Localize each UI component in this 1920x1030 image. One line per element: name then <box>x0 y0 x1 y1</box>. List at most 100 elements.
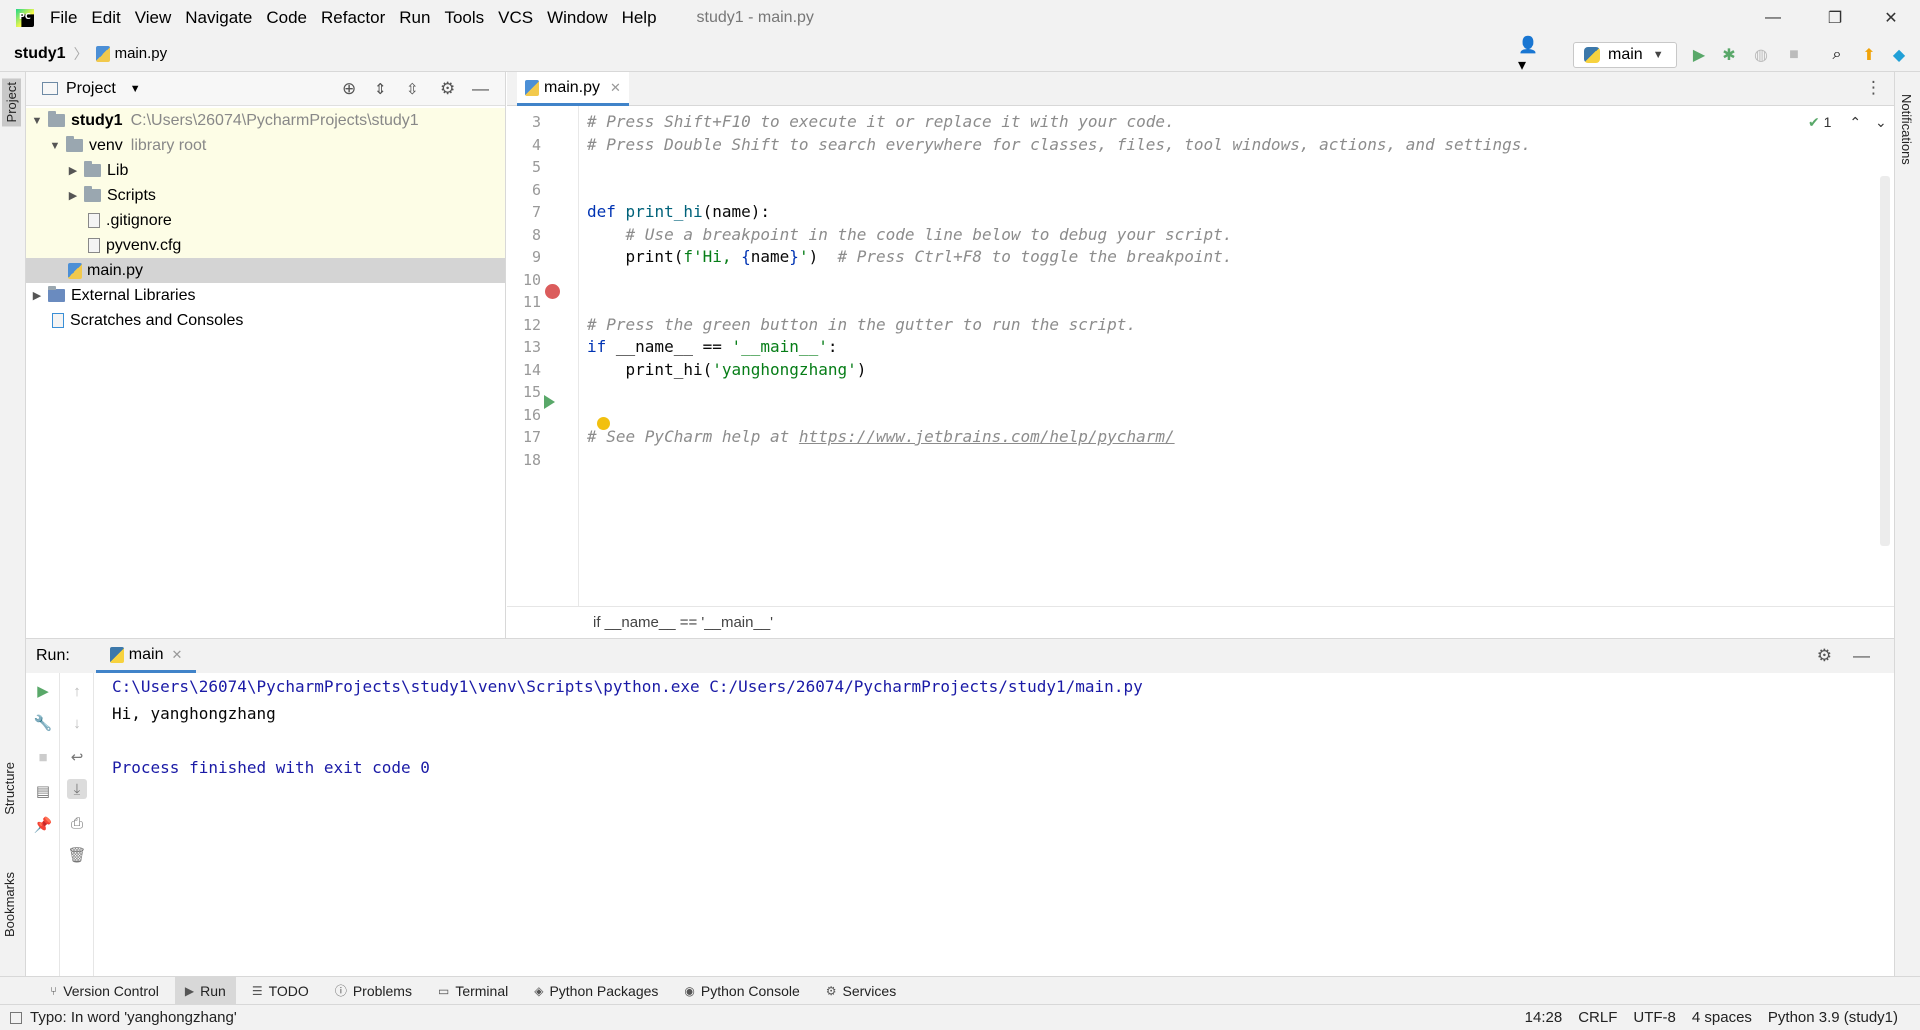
run-tab-main[interactable]: main ✕ <box>95 639 197 673</box>
coverage-icon[interactable]: ◍ <box>1750 44 1772 66</box>
chevron-down-icon[interactable]: ▼ <box>130 83 141 95</box>
close-icon[interactable]: ✕ <box>1868 0 1914 36</box>
code-line[interactable]: # See PyCharm help at https://www.jetbra… <box>587 427 1175 446</box>
tree-item[interactable]: main.py <box>26 258 505 283</box>
code-line[interactable]: def print_hi(name): <box>587 202 770 221</box>
run-console-output[interactable]: C:\Users\26074\PycharmProjects\study1\ve… <box>112 677 1143 785</box>
bottom-tab-todo[interactable]: ☰ TODO <box>242 977 319 1005</box>
scroll-to-end-icon[interactable]: ⤓ <box>67 779 87 799</box>
layout-icon[interactable]: ▤ <box>33 781 53 801</box>
more-options-icon[interactable]: ⋮ <box>1865 78 1882 98</box>
arrow-up-icon[interactable]: ↑ <box>67 681 87 701</box>
pin-icon[interactable]: 📌 <box>33 815 53 835</box>
run-icon[interactable]: ▶ <box>1688 44 1710 66</box>
menu-window[interactable]: Window <box>547 8 607 28</box>
notifications-tool-tab[interactable]: Notifications <box>1899 94 1914 165</box>
chevron-right-icon[interactable]: ▶ <box>30 289 44 302</box>
chevron-right-icon[interactable]: ▶ <box>66 189 80 202</box>
update-icon[interactable]: ⬆ <box>1858 44 1880 66</box>
hide-panel-icon[interactable]: — <box>472 79 489 99</box>
python-interpreter[interactable]: Python 3.9 (study1) <box>1768 1009 1898 1026</box>
editor-scrollbar[interactable] <box>1880 176 1890 546</box>
minimize-icon[interactable]: — <box>1750 0 1796 36</box>
file-encoding[interactable]: UTF-8 <box>1633 1009 1676 1026</box>
run-configuration-select[interactable]: main ▼ <box>1573 42 1677 68</box>
run-gutter-icon[interactable] <box>544 395 555 409</box>
menu-tools[interactable]: Tools <box>444 8 484 28</box>
code-line[interactable]: # Use a breakpoint in the code line belo… <box>587 225 1233 244</box>
breadcrumb-file[interactable]: main.py <box>115 45 168 62</box>
tree-item[interactable]: ▼ venv library root <box>26 133 505 158</box>
gear-icon[interactable]: ⚙ <box>440 79 455 99</box>
search-icon[interactable]: ⌕ <box>1826 44 1848 66</box>
bottom-tab-problems[interactable]: ⓘ Problems <box>325 977 422 1005</box>
previous-highlight-icon[interactable]: ⌃ <box>1849 114 1861 130</box>
code-editor[interactable]: # Press Shift+F10 to execute it or repla… <box>579 106 1894 606</box>
tree-item[interactable]: ▶ Scripts <box>26 183 505 208</box>
bottom-tab-terminal[interactable]: ▭ Terminal <box>428 977 518 1005</box>
bottom-tab-version-control[interactable]: ⑂ Version Control <box>40 977 169 1005</box>
close-tab-icon[interactable]: ✕ <box>610 80 621 96</box>
collapse-all-icon[interactable]: ⇳ <box>406 80 419 98</box>
code-line[interactable]: if __name__ == '__main__': <box>587 337 837 356</box>
tree-item[interactable]: pyvenv.cfg <box>26 233 505 258</box>
stop-icon[interactable]: ■ <box>33 747 53 767</box>
project-tool-tab[interactable]: Project <box>2 78 21 127</box>
stop-icon[interactable]: ■ <box>1783 44 1805 66</box>
chevron-down-icon[interactable]: ▼ <box>48 140 62 152</box>
locate-file-icon[interactable]: ⊕ <box>342 79 356 99</box>
status-toggle-icon[interactable] <box>10 1011 22 1024</box>
hide-panel-icon[interactable]: — <box>1853 646 1870 666</box>
rerun-icon[interactable]: ▶ <box>33 681 53 701</box>
wrench-icon[interactable]: 🔧 <box>33 713 53 733</box>
close-tab-icon[interactable]: ✕ <box>171 647 182 663</box>
menu-vcs[interactable]: VCS <box>498 8 533 28</box>
status-message[interactable]: Typo: In word 'yanghongzhang' <box>30 1009 237 1026</box>
arrow-down-icon[interactable]: ↓ <box>67 713 87 733</box>
line-separator[interactable]: CRLF <box>1578 1009 1617 1026</box>
expand-all-icon[interactable]: ⇕ <box>374 80 387 98</box>
tree-item[interactable]: Scratches and Consoles <box>26 308 505 333</box>
editor-gutter[interactable]: 3 4 5 6 7 8 9 10 11 12 13 14 15 16 17 18 <box>507 106 579 606</box>
breadcrumb-project[interactable]: study1 <box>14 45 66 63</box>
bottom-tab-run[interactable]: ▶ Run <box>174 976 236 1005</box>
tab-main-py[interactable]: main.py ✕ <box>517 72 629 106</box>
soft-wrap-icon[interactable]: ↩ <box>67 747 87 767</box>
print-icon[interactable]: ⎙ <box>67 813 87 833</box>
user-account-icon[interactable]: 👤▾ <box>1518 37 1540 74</box>
tree-item[interactable]: ▶ External Libraries <box>26 283 505 308</box>
bookmarks-tool-tab[interactable]: Bookmarks <box>2 872 17 937</box>
trash-icon[interactable]: 🗑 <box>67 845 87 865</box>
indent-setting[interactable]: 4 spaces <box>1692 1009 1752 1026</box>
menu-view[interactable]: View <box>135 8 172 28</box>
structure-tool-tab[interactable]: Structure <box>2 762 17 815</box>
tree-item[interactable]: ▼ study1 C:\Users\26074\PycharmProjects\st… <box>26 108 505 133</box>
tree-item[interactable]: .gitignore <box>26 208 505 233</box>
menu-run[interactable]: Run <box>399 8 430 28</box>
gear-icon[interactable]: ⚙ <box>1817 646 1832 666</box>
inspection-widget[interactable]: ✔ 1 ⌃ ⌄ <box>1808 114 1887 131</box>
bottom-tab-python-console[interactable]: ◉ Python Console <box>674 977 809 1005</box>
code-line[interactable]: print_hi('yanghongzhang') <box>587 360 867 379</box>
project-view-select[interactable]: Project <box>66 80 116 98</box>
chevron-right-icon[interactable]: ▶ <box>66 164 80 177</box>
tree-item[interactable]: ▶ Lib <box>26 158 505 183</box>
next-highlight-icon[interactable]: ⌄ <box>1875 114 1887 130</box>
menu-refactor[interactable]: Refactor <box>321 8 385 28</box>
debug-icon[interactable]: ✱ <box>1718 44 1740 66</box>
bottom-tab-python-packages[interactable]: ◈ Python Packages <box>524 977 668 1005</box>
code-line[interactable]: # Press Shift+F10 to execute it or repla… <box>587 112 1175 131</box>
bottom-tab-services[interactable]: ⚙ Services <box>816 977 906 1005</box>
chevron-down-icon[interactable]: ▼ <box>30 115 44 127</box>
intention-bulb-icon[interactable] <box>597 417 610 430</box>
caret-position[interactable]: 14:28 <box>1525 1009 1563 1026</box>
ide-plugin-icon[interactable]: ◆ <box>1888 44 1910 66</box>
breakpoint-icon[interactable] <box>545 284 560 299</box>
menu-code[interactable]: Code <box>266 8 307 28</box>
code-line[interactable]: print(f'Hi, {name}') # Press Ctrl+F8 to … <box>587 247 1233 266</box>
code-breadcrumb[interactable]: if __name__ == '__main__' <box>593 614 773 631</box>
menu-edit[interactable]: Edit <box>91 8 120 28</box>
code-line[interactable]: # Press the green button in the gutter t… <box>587 315 1136 334</box>
menu-file[interactable]: File <box>50 8 77 28</box>
menu-navigate[interactable]: Navigate <box>185 8 252 28</box>
